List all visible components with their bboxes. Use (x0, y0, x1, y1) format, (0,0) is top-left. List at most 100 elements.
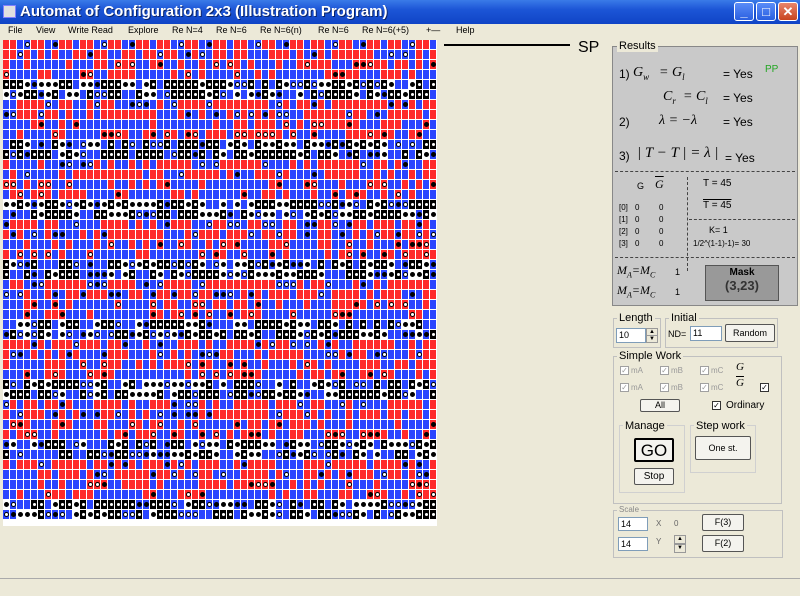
menu-explore[interactable]: Explore (128, 25, 159, 35)
nd-input[interactable]: 11 (690, 326, 722, 341)
grid-cell (304, 260, 311, 270)
grid-cell (276, 80, 283, 90)
grid-cell (262, 410, 269, 420)
go-button[interactable]: GO (634, 438, 674, 462)
automaton-grid[interactable] (3, 40, 437, 526)
mask-label: Mask (729, 267, 755, 278)
grid-cell (73, 280, 80, 290)
menu-re-n6-5[interactable]: Re N=6(+5) (362, 25, 409, 35)
length-down-button[interactable]: ▼ (646, 335, 658, 343)
gbar-check[interactable]: ✓ (760, 383, 769, 392)
grid-cell (143, 260, 150, 270)
grid-cell (283, 200, 290, 210)
grid-cell (171, 260, 178, 270)
grid-cell (150, 290, 157, 300)
grid-cell (143, 170, 150, 180)
grid-cell (346, 50, 353, 60)
grid-cell (332, 150, 339, 160)
grid-cell (262, 100, 269, 110)
grid-cell (87, 400, 94, 410)
scale-up-button[interactable]: ▲ (674, 535, 686, 544)
close-button[interactable]: ✕ (778, 2, 798, 21)
menu-help[interactable]: Help (456, 25, 475, 35)
grid-cell (213, 460, 220, 470)
grid-cell (269, 60, 276, 70)
grid-cell (346, 350, 353, 360)
ma-main: M (617, 263, 627, 277)
grid-cell (80, 310, 87, 320)
app-icon[interactable] (3, 5, 16, 18)
stop-button[interactable]: Stop (634, 468, 674, 485)
grid-cell (157, 320, 164, 330)
grid-cell (325, 240, 332, 250)
grid-cell (17, 500, 24, 510)
menu-re-n6[interactable]: Re N=6 (216, 25, 247, 35)
grid-cell (283, 110, 290, 120)
grid-cell (339, 400, 346, 410)
grid-cell (10, 120, 17, 130)
grid-cell (164, 160, 171, 170)
grid-cell (255, 110, 262, 120)
grid-cell (423, 100, 430, 110)
grid-cell (325, 320, 332, 330)
menu-re-n6-b[interactable]: Re N=6 (318, 25, 349, 35)
grid-cell (332, 240, 339, 250)
grid-cell (276, 120, 283, 130)
menu-re-n4[interactable]: Re N=4 (172, 25, 203, 35)
grid-cell (276, 240, 283, 250)
check-mc-2[interactable]: ✓ (700, 383, 709, 392)
one-step-button[interactable]: One st. (695, 436, 751, 460)
length-input[interactable]: 10 (616, 328, 646, 343)
grid-cell (276, 470, 283, 480)
grid-cell (3, 500, 10, 510)
grid-cell (129, 240, 136, 250)
grid-cell (108, 190, 115, 200)
scale-y-input[interactable]: 14 (618, 537, 648, 551)
grid-cell (206, 480, 213, 490)
check-ma-2[interactable]: ✓ (620, 383, 629, 392)
grid-cell (402, 510, 409, 520)
grid-cell (136, 160, 143, 170)
grid-cell (94, 330, 101, 340)
grid-cell (416, 360, 423, 370)
grid-cell (59, 290, 66, 300)
grid-cell (311, 420, 318, 430)
grid-cell (241, 140, 248, 150)
grid-cell (220, 280, 227, 290)
check-mb-2[interactable]: ✓ (660, 383, 669, 392)
grid-cell (87, 260, 94, 270)
menu-file[interactable]: File (8, 25, 23, 35)
f3-button[interactable]: F(3) (702, 514, 744, 531)
menu-write-read[interactable]: Write Read (68, 25, 113, 35)
menu-plus-minus[interactable]: +— (426, 25, 440, 35)
grid-cell (59, 330, 66, 340)
title-bar[interactable]: Automat of Configuration 2x3 (Illustrati… (0, 0, 800, 24)
grid-cell (346, 300, 353, 310)
scale-x-input[interactable]: 14 (618, 517, 648, 531)
grid-cell (381, 290, 388, 300)
row1-number: 1) (619, 67, 630, 81)
menu-view[interactable]: View (36, 25, 55, 35)
grid-cell (94, 240, 101, 250)
all-button[interactable]: All (640, 399, 680, 412)
check-mc-1[interactable]: ✓ (700, 366, 709, 375)
grid-cell (143, 220, 150, 230)
check-mb-1[interactable]: ✓ (660, 366, 669, 375)
random-button[interactable]: Random (725, 324, 775, 342)
grid-cell (122, 170, 129, 180)
grid-cell (17, 80, 24, 90)
grid-cell (108, 110, 115, 120)
minimize-button[interactable]: _ (734, 2, 754, 21)
menu-re-n6-n[interactable]: Re N=6(n) (260, 25, 302, 35)
ordinary-check[interactable]: ✓ (712, 401, 721, 410)
grid-cell (304, 190, 311, 200)
check-mc-1-label: mC (711, 366, 724, 375)
f2-button[interactable]: F(2) (702, 535, 744, 552)
grid-cell (388, 210, 395, 220)
scale-down-button[interactable]: ▼ (674, 544, 686, 553)
check-ma-1[interactable]: ✓ (620, 366, 629, 375)
grid-cell (171, 450, 178, 460)
grid-cell (269, 220, 276, 230)
grid-cell (395, 340, 402, 350)
maximize-button[interactable]: □ (756, 2, 776, 21)
